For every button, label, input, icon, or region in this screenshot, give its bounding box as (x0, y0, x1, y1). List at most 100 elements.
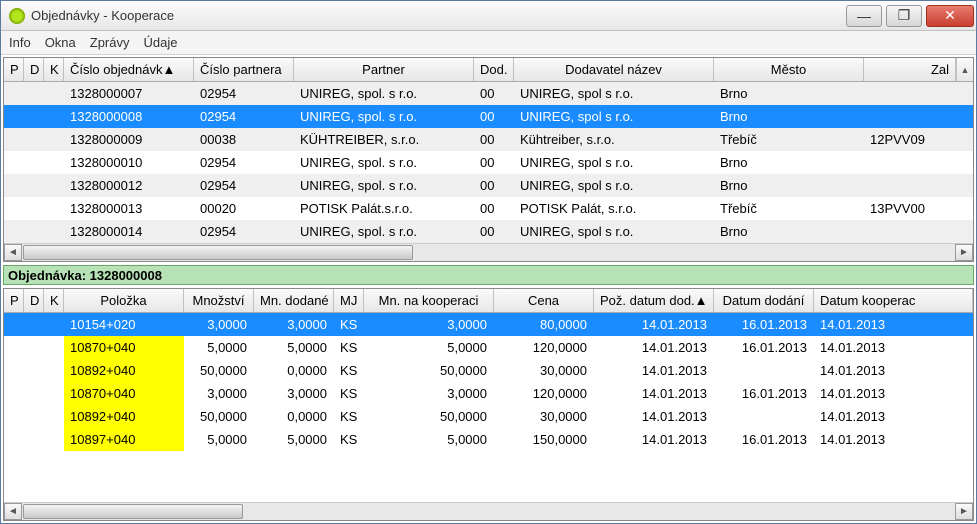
minimize-button[interactable]: — (846, 5, 882, 27)
col-cislo-part[interactable]: Číslo partnera (194, 58, 294, 81)
cell-partner: UNIREG, spol. s r.o. (294, 174, 474, 197)
cell-cislo-obj: 1328000013 (64, 197, 194, 220)
menu-info[interactable]: Info (9, 35, 31, 50)
cell-koop: 50,0000 (364, 405, 494, 428)
table-row[interactable]: 132800001002954UNIREG, spol. s r.o.00UNI… (4, 151, 973, 174)
orders-hscroll[interactable]: ◄ ► (4, 243, 973, 261)
cell-pozdat: 14.01.2013 (594, 313, 714, 336)
cell-zal (864, 82, 956, 105)
col2-datdod[interactable]: Datum dodání (714, 289, 814, 312)
scroll-thumb[interactable] (23, 245, 413, 260)
col2-p[interactable]: P (4, 289, 24, 312)
table-row[interactable]: 132800000702954UNIREG, spol. s r.o.00UNI… (4, 82, 973, 105)
orders-grid-body[interactable]: 132800000702954UNIREG, spol. s r.o.00UNI… (4, 82, 973, 243)
col-p[interactable]: P (4, 58, 24, 81)
col-mesto[interactable]: Město (714, 58, 864, 81)
scroll-left-icon[interactable]: ◄ (4, 244, 22, 261)
cell-koop: 5,0000 (364, 336, 494, 359)
cell-dod: 00 (474, 197, 514, 220)
table-row[interactable]: 132800000900038KÜHTREIBER, s.r.o.00Kühtr… (4, 128, 973, 151)
cell-mj: KS (334, 428, 364, 451)
scroll-thumb[interactable] (23, 504, 243, 519)
cell-dodavatel: UNIREG, spol s r.o. (514, 151, 714, 174)
table-row[interactable]: 10870+0403,00003,0000KS3,0000120,000014.… (4, 382, 973, 405)
orders-grid[interactable]: P D K Číslo objednávk▲ Číslo partnera Pa… (3, 57, 974, 262)
maximize-button[interactable]: ❐ (886, 5, 922, 27)
table-row[interactable]: 10870+0405,00005,0000KS5,0000120,000014.… (4, 336, 973, 359)
col-d[interactable]: D (24, 58, 44, 81)
cell-dodavatel: POTISK Palát, s.r.o. (514, 197, 714, 220)
cell-polozka: 10870+040 (64, 382, 184, 405)
menu-udaje[interactable]: Údaje (144, 35, 178, 50)
cell-dodane: 3,0000 (254, 313, 334, 336)
col2-pozdat[interactable]: Pož. datum dod.▲ (594, 289, 714, 312)
close-button[interactable]: ✕ (926, 5, 974, 27)
table-row[interactable]: 10892+04050,00000,0000KS50,000030,000014… (4, 405, 973, 428)
cell-zal (864, 220, 956, 243)
cell-dodane: 5,0000 (254, 428, 334, 451)
col2-datkoop[interactable]: Datum kooperac (814, 289, 973, 312)
table-row[interactable]: 10892+04050,00000,0000KS50,000030,000014… (4, 359, 973, 382)
cell-cena: 120,0000 (494, 382, 594, 405)
scroll-track[interactable] (22, 503, 955, 520)
cell-cislo-obj: 1328000010 (64, 151, 194, 174)
col2-mj[interactable]: MJ (334, 289, 364, 312)
col-dod[interactable]: Dod. (474, 58, 514, 81)
table-row[interactable]: 132800001202954UNIREG, spol. s r.o.00UNI… (4, 174, 973, 197)
cell-koop: 3,0000 (364, 382, 494, 405)
cell-polozka: 10892+040 (64, 359, 184, 382)
cell-cislo-obj: 1328000008 (64, 105, 194, 128)
cell-cena: 120,0000 (494, 336, 594, 359)
cell-cislo-part: 02954 (194, 105, 294, 128)
table-row[interactable]: 132800001300020POTISK Palát.s.r.o.00POTI… (4, 197, 973, 220)
cell-mesto: Brno (714, 174, 864, 197)
table-row[interactable]: 10154+0203,00003,0000KS3,000080,000014.0… (4, 313, 973, 336)
cell-polozka: 10870+040 (64, 336, 184, 359)
scroll-right-icon[interactable]: ► (955, 244, 973, 261)
scroll-left-icon[interactable]: ◄ (4, 503, 22, 520)
cell-dodavatel: UNIREG, spol s r.o. (514, 105, 714, 128)
col2-cena[interactable]: Cena (494, 289, 594, 312)
col2-polozka[interactable]: Položka (64, 289, 184, 312)
window-controls: — ❐ ✕ (844, 2, 976, 30)
col2-d[interactable]: D (24, 289, 44, 312)
cell-cena: 30,0000 (494, 359, 594, 382)
col2-dodane[interactable]: Mn. dodané (254, 289, 334, 312)
cell-partner: UNIREG, spol. s r.o. (294, 105, 474, 128)
detail-label: Objednávka: (8, 268, 86, 283)
col-dodavatel[interactable]: Dodavatel název (514, 58, 714, 81)
col2-koop[interactable]: Mn. na kooperaci (364, 289, 494, 312)
items-grid[interactable]: P D K Položka Množství Mn. dodané MJ Mn.… (3, 288, 974, 521)
cell-mnozstvi: 5,0000 (184, 336, 254, 359)
cell-dodavatel: UNIREG, spol s r.o. (514, 220, 714, 243)
cell-mesto: Třebíč (714, 128, 864, 151)
cell-mj: KS (334, 382, 364, 405)
titlebar[interactable]: Objednávky - Kooperace — ❐ ✕ (1, 1, 976, 31)
window-title: Objednávky - Kooperace (31, 8, 844, 23)
col-k[interactable]: K (44, 58, 64, 81)
scroll-right-icon[interactable]: ► (955, 503, 973, 520)
cell-zal (864, 151, 956, 174)
cell-koop: 50,0000 (364, 359, 494, 382)
table-row[interactable]: 132800000802954UNIREG, spol. s r.o.00UNI… (4, 105, 973, 128)
items-hscroll[interactable]: ◄ ► (4, 502, 973, 520)
cell-datdod: 16.01.2013 (714, 382, 814, 405)
menu-zpravy[interactable]: Zprávy (90, 35, 130, 50)
col-zal[interactable]: Zal (864, 58, 956, 81)
scroll-track[interactable] (22, 244, 955, 261)
table-row[interactable]: 132800001402954UNIREG, spol. s r.o.00UNI… (4, 220, 973, 243)
orders-grid-header: P D K Číslo objednávk▲ Číslo partnera Pa… (4, 58, 973, 82)
cell-dodane: 5,0000 (254, 336, 334, 359)
table-row[interactable]: 10897+0405,00005,0000KS5,0000150,000014.… (4, 428, 973, 451)
col2-k[interactable]: K (44, 289, 64, 312)
col-partner[interactable]: Partner (294, 58, 474, 81)
items-grid-body[interactable]: 10154+0203,00003,0000KS3,000080,000014.0… (4, 313, 973, 502)
cell-mj: KS (334, 405, 364, 428)
cell-dodavatel: Kühtreiber, s.r.o. (514, 128, 714, 151)
col-cislo-obj[interactable]: Číslo objednávk▲ (64, 58, 194, 81)
detail-value: 1328000008 (90, 268, 162, 283)
scroll-up-icon[interactable]: ▲ (956, 58, 973, 81)
cell-koop: 5,0000 (364, 428, 494, 451)
col2-mnozstvi[interactable]: Množství (184, 289, 254, 312)
menu-okna[interactable]: Okna (45, 35, 76, 50)
